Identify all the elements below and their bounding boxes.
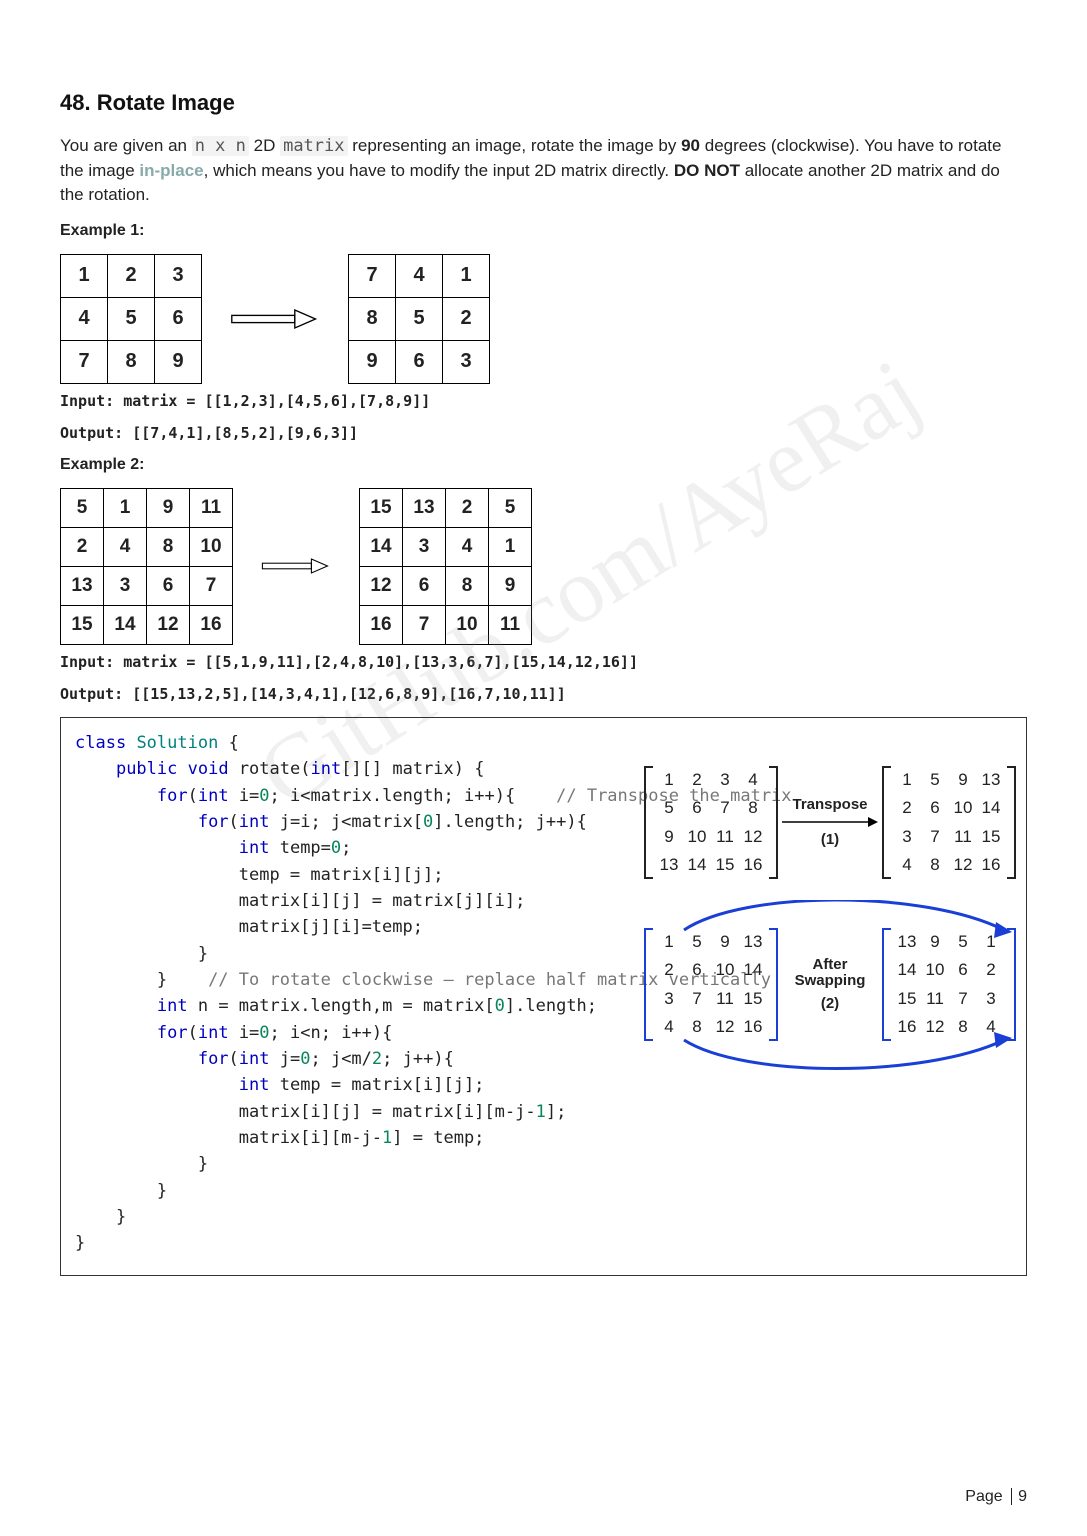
example1-output: Output: [[7,4,1],[8,5,2],[9,6,3]] <box>60 424 1027 442</box>
transpose-label: Transpose (1) <box>788 797 872 848</box>
swap-diagram: 15913 261014 371115 481216 After Swappin… <box>644 928 1016 1041</box>
matrix-before-swap: 15913 261014 371115 481216 <box>644 928 778 1041</box>
example1-figure: 123 456 789 741 852 963 <box>60 254 1027 384</box>
arrow-icon <box>261 554 331 578</box>
text-bold-inplace: in-place <box>139 161 203 180</box>
solution-code-box: class Solution { public void rotate(int[… <box>60 717 1027 1276</box>
swap-label: After Swapping (2) <box>788 957 872 1013</box>
text: You are given an <box>60 136 192 155</box>
example1-input: Input: matrix = [[1,2,3],[4,5,6],[7,8,9]… <box>60 392 1027 410</box>
text: 2D <box>249 136 280 155</box>
example2-figure: 51911 24810 13367 15141216 151325 14341 … <box>60 488 1027 645</box>
matrix-before-transpose: 1234 5678 9101112 13141516 <box>644 766 778 879</box>
example2-matrix-after: 151325 14341 12689 1671011 <box>359 488 532 645</box>
example2-input: Input: matrix = [[5,1,9,11],[2,4,8,10],[… <box>60 653 1027 671</box>
text: , which means you have to modify the inp… <box>204 161 674 180</box>
text: degrees (clockwise). <box>700 136 860 155</box>
matrix-after-transpose: 15913 261014 371115 481216 <box>882 766 1016 879</box>
arrow-icon <box>230 307 320 331</box>
text-bold: DO NOT <box>674 161 740 180</box>
transpose-diagram: 1234 5678 9101112 13141516 Transpose (1) <box>644 766 1016 879</box>
text-bold: 90 <box>681 136 700 155</box>
problem-title: 48. Rotate Image <box>60 90 1027 116</box>
example2-label: Example 2: <box>60 456 1027 474</box>
example1-label: Example 1: <box>60 222 1027 240</box>
page-number: Page 9 <box>965 1488 1027 1506</box>
inline-code-matrix: matrix <box>280 136 347 156</box>
example2-output: Output: [[15,13,2,5],[14,3,4,1],[12,6,8,… <box>60 685 1027 703</box>
problem-description: You are given an n x n 2D matrix represe… <box>60 134 1027 208</box>
inline-code-nxn: n x n <box>192 136 249 156</box>
text: representing an image, rotate the image … <box>348 136 682 155</box>
example1-matrix-before: 123 456 789 <box>60 254 202 384</box>
document-page: GitHub.com/AyeRaj 48. Rotate Image You a… <box>0 0 1087 1536</box>
example2-matrix-before: 51911 24810 13367 15141216 <box>60 488 233 645</box>
example1-matrix-after: 741 852 963 <box>348 254 490 384</box>
matrix-after-swap: 13951 141062 151173 161284 <box>882 928 1016 1041</box>
